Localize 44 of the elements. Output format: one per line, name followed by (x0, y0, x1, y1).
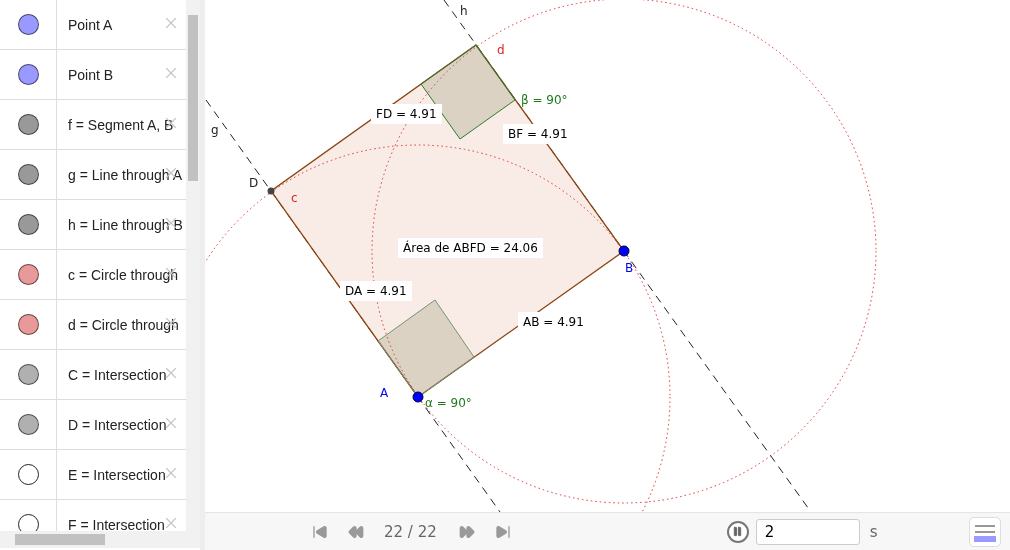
algebra-item[interactable]: Point A (68, 16, 113, 33)
algebra-style-button[interactable] (969, 516, 1001, 547)
line-label: h (460, 4, 468, 18)
measurement-label: DA = 4.91 (340, 281, 412, 301)
visibility-dot[interactable] (17, 414, 39, 435)
line-label: g (211, 123, 219, 137)
pause-button[interactable] (726, 520, 749, 543)
algebra-item[interactable]: C = Intersection (68, 366, 167, 383)
last-step-icon[interactable] (494, 523, 511, 540)
visibility-dot[interactable] (17, 264, 39, 285)
angle-label: α = 90° (425, 396, 472, 410)
horizontal-scrollbar[interactable] (0, 531, 200, 548)
visibility-dot[interactable] (17, 464, 39, 485)
visibility-dot[interactable] (17, 164, 39, 185)
visibility-dot[interactable] (17, 114, 39, 135)
angle-label: β = 90° (521, 93, 568, 107)
circle-label: c (291, 191, 298, 205)
algebra-item[interactable]: F = Intersection (68, 516, 165, 531)
pause-icon (732, 526, 744, 537)
fast-forward-icon[interactable] (458, 523, 475, 540)
algebra-item[interactable]: h = Line through B (68, 216, 183, 233)
step-counter: 22 / 22 (384, 522, 437, 541)
algebra-item[interactable]: E = Intersection (68, 466, 166, 483)
measurement-label: Área de ABFD = 24.06 (398, 238, 543, 258)
point-label: A (380, 386, 389, 400)
speed-field[interactable]: 2 (755, 518, 860, 545)
visibility-dot[interactable] (17, 64, 39, 85)
algebra-item[interactable]: c = Circle through (68, 266, 179, 283)
point-label: D (249, 176, 259, 190)
visibility-dot[interactable] (17, 14, 39, 35)
first-step-icon[interactable] (312, 523, 328, 540)
visibility-dot[interactable] (17, 214, 39, 235)
algebra-item[interactable]: d = Circle through (68, 316, 179, 333)
algebra-item[interactable]: D = Intersection (68, 416, 167, 433)
visibility-dot[interactable] (17, 314, 39, 335)
rewind-icon[interactable] (348, 523, 364, 540)
algebra-item[interactable]: Point B (68, 66, 114, 83)
algebra-item[interactable]: g = Line through A (68, 166, 183, 183)
measurement-label: FD = 4.91 (371, 104, 442, 124)
circle-label: d (497, 43, 505, 57)
unit-label: s (869, 522, 878, 541)
point-label: B (625, 261, 634, 275)
visibility-dot[interactable] (17, 364, 39, 385)
visibility-dot[interactable] (17, 514, 39, 531)
